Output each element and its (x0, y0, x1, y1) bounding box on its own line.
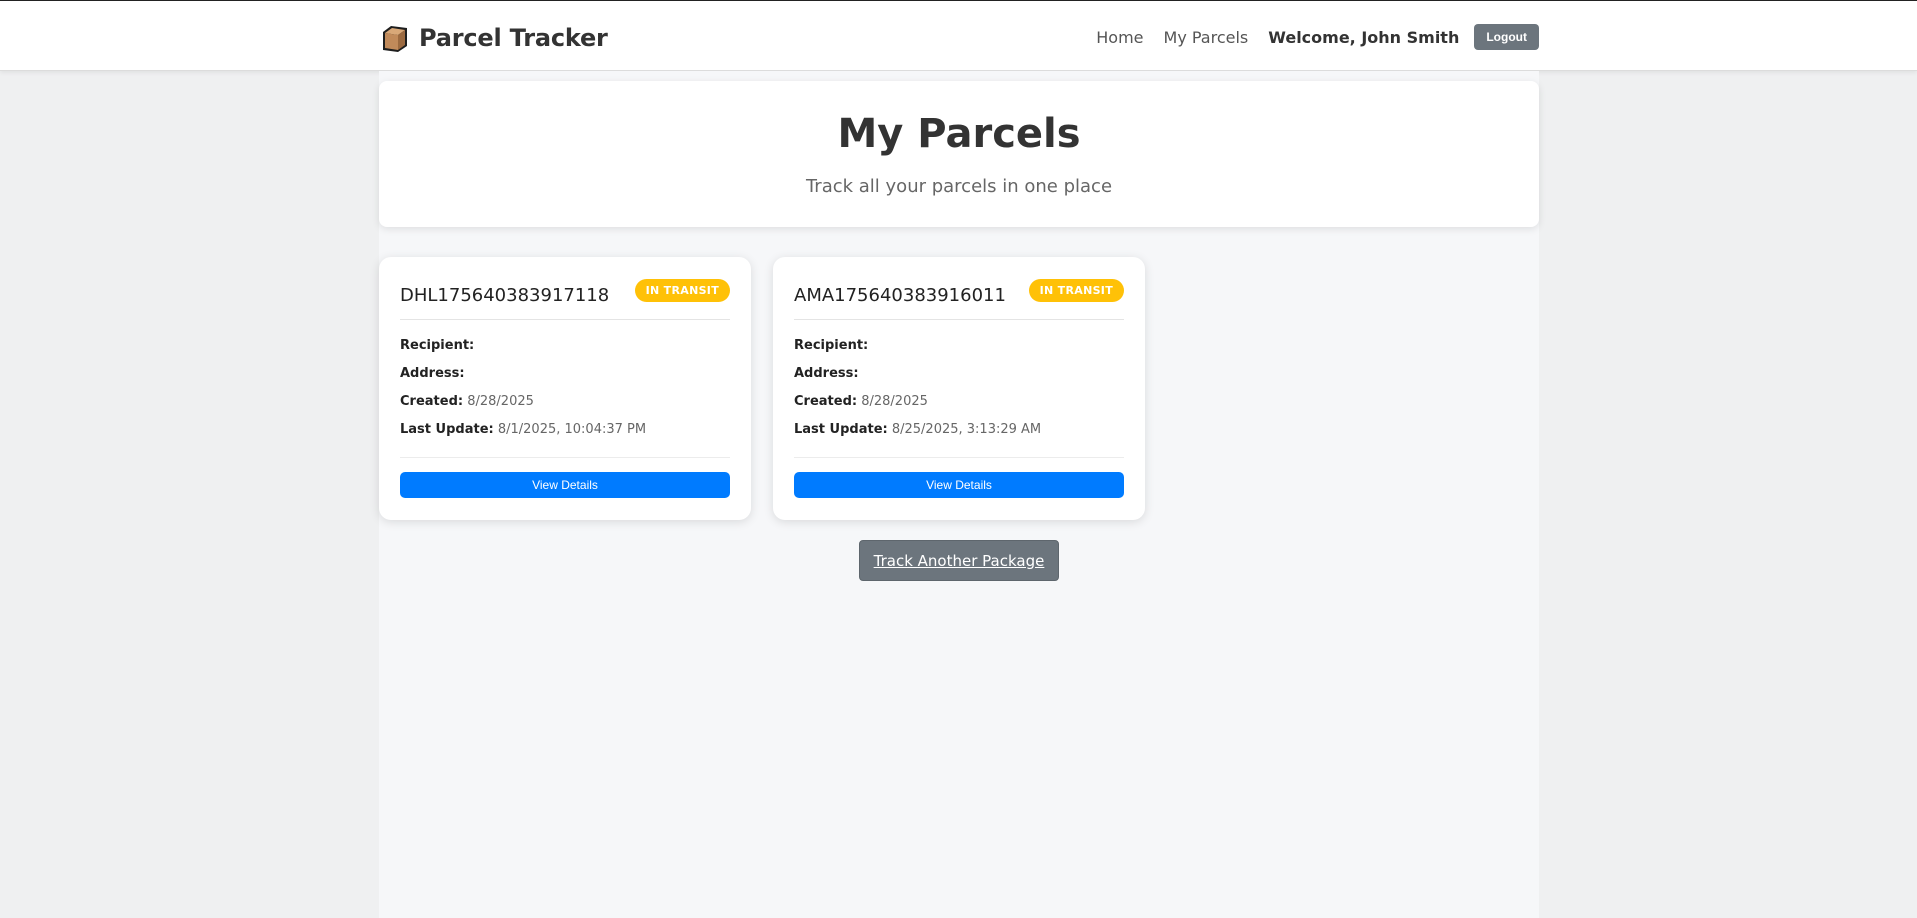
nav-link-home[interactable]: Home (1096, 28, 1143, 47)
welcome-text: Welcome, John Smith (1268, 27, 1460, 47)
view-details-button[interactable]: View Details (794, 472, 1124, 498)
created-row: Created: 8/28/2025 (400, 393, 730, 421)
created-row: Created: 8/28/2025 (794, 393, 1124, 421)
created-label: Created: (400, 394, 464, 409)
status-badge: IN TRANSIT (634, 279, 730, 302)
parcel-info: Recipient: Address: Created: 8/28/2025 L… (400, 337, 730, 449)
brand-name: Parcel Tracker (419, 24, 608, 52)
last-update-value: 8/1/2025, 10:04:37 PM (497, 422, 647, 437)
address-row: Address: (794, 365, 1124, 393)
recipient-row: Recipient: (400, 337, 730, 365)
logout-button[interactable]: Logout (1474, 24, 1539, 50)
created-label: Created: (794, 394, 858, 409)
page-header: My Parcels Track all your parcels in one… (379, 81, 1539, 227)
address-row: Address: (400, 365, 730, 393)
last-update-label: Last Update: (794, 422, 888, 437)
parcel-card: AMA175640383916011 IN TRANSIT Recipient:… (773, 257, 1145, 520)
parcel-card: DHL175640383917118 IN TRANSIT Recipient:… (379, 257, 751, 520)
view-details-button[interactable]: View Details (400, 472, 730, 498)
tracking-number: DHL175640383917118 (400, 285, 610, 306)
address-label: Address: (794, 366, 859, 381)
navbar: Parcel Tracker Home My Parcels Welcome, … (0, 0, 1917, 71)
last-update-row: Last Update: 8/1/2025, 10:04:37 PM (400, 421, 730, 449)
recipient-label: Recipient: (400, 338, 475, 353)
nav-links: Home My Parcels Welcome, John Smith Logo… (1096, 23, 1539, 51)
last-update-row: Last Update: 8/25/2025, 3:13:29 AM (794, 421, 1124, 449)
recipient-row: Recipient: (794, 337, 1124, 365)
last-update-label: Last Update: (400, 422, 494, 437)
created-value: 8/28/2025 (467, 394, 534, 409)
tracking-number: AMA175640383916011 (794, 285, 1006, 306)
parcel-card-header: AMA175640383916011 IN TRANSIT (794, 279, 1124, 320)
status-badge: IN TRANSIT (1028, 279, 1124, 302)
card-divider (794, 457, 1124, 458)
recipient-label: Recipient: (794, 338, 869, 353)
card-divider (400, 457, 730, 458)
nav-link-my-parcels[interactable]: My Parcels (1164, 28, 1249, 47)
page-title: My Parcels (837, 111, 1081, 157)
last-update-value: 8/25/2025, 3:13:29 AM (891, 422, 1042, 437)
brand-link[interactable]: Parcel Tracker (380, 22, 608, 54)
package-box-icon (383, 25, 407, 52)
address-label: Address: (400, 366, 465, 381)
parcel-info: Recipient: Address: Created: 8/28/2025 L… (794, 337, 1124, 449)
created-value: 8/28/2025 (861, 394, 928, 409)
page-subtitle: Track all your parcels in one place (805, 176, 1113, 197)
track-another-package-button[interactable]: Track Another Package (859, 540, 1059, 581)
parcel-card-header: DHL175640383917118 IN TRANSIT (400, 279, 730, 320)
